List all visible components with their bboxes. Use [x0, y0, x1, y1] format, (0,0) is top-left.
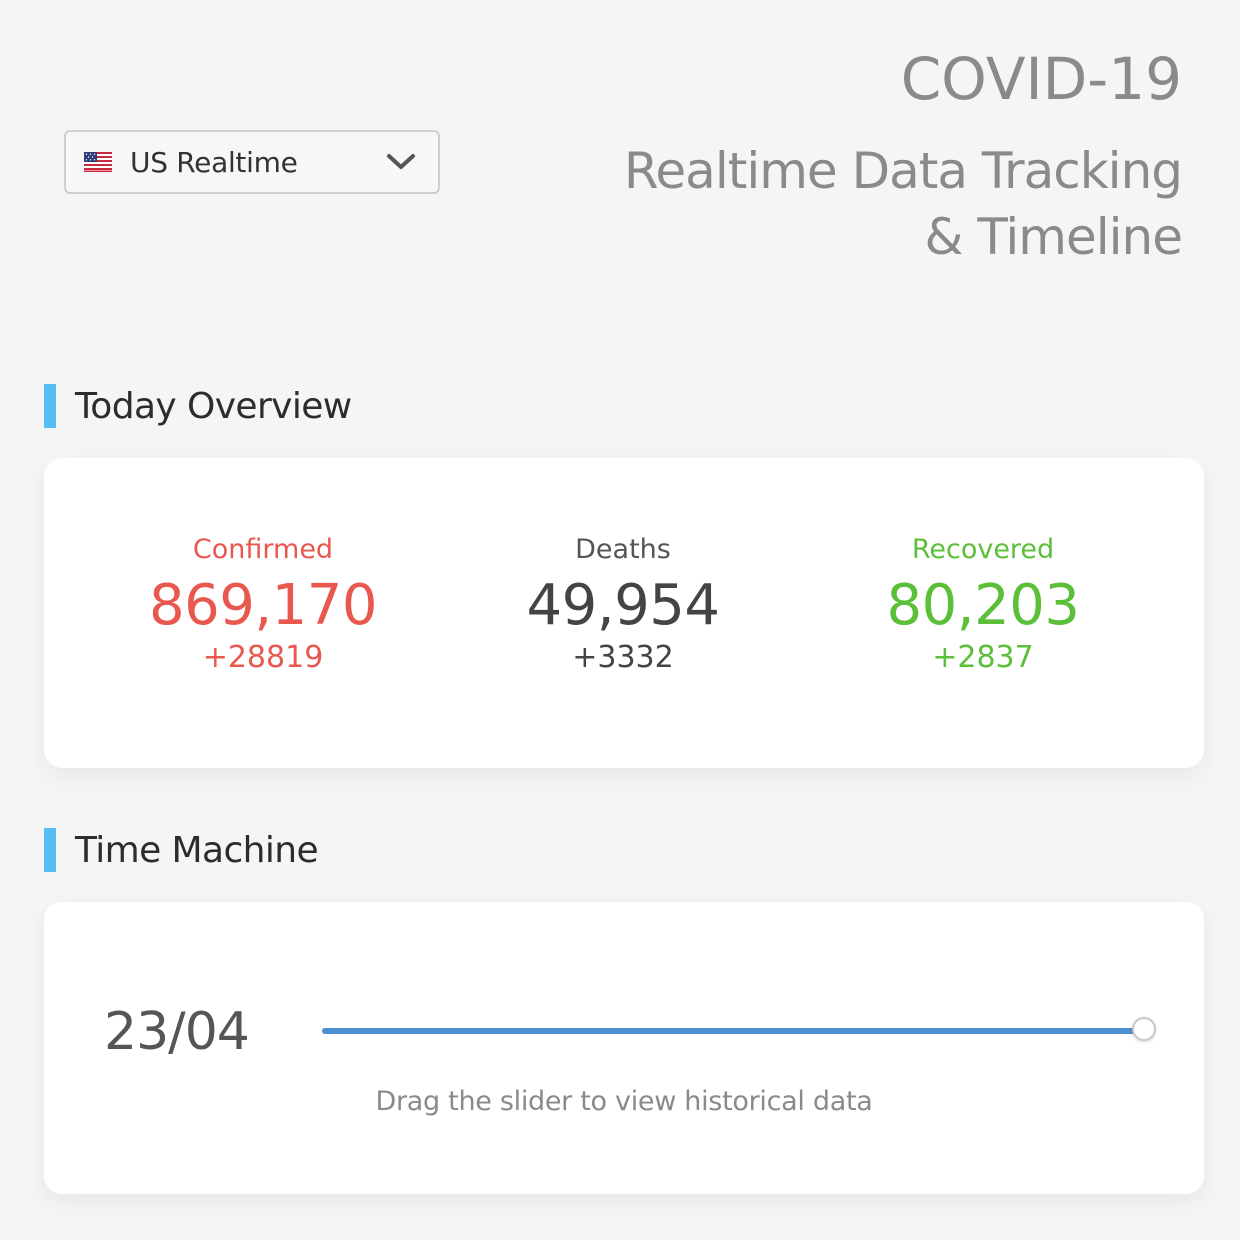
time-machine-heading-text: Time Machine: [75, 829, 319, 871]
overview-heading: Today Overview: [44, 384, 352, 428]
stat-delta: +2837: [932, 640, 1034, 675]
stat-label: Confirmed: [192, 534, 334, 565]
slider-thumb[interactable]: [1132, 1017, 1156, 1041]
stat-deaths: Deaths 49,954 +3332: [458, 530, 788, 678]
time-machine-card: 23/04 Drag the slider to view historical…: [44, 902, 1204, 1194]
stat-recovered: Recovered 80,203 +2837: [818, 530, 1148, 678]
stat-value: 80,203: [886, 573, 1080, 638]
app-subtitle: Realtime Data Tracking & Timeline: [623, 142, 1183, 266]
date-slider[interactable]: [322, 1017, 1156, 1041]
stat-label: Recovered: [911, 534, 1055, 565]
chevron-down-icon: [386, 152, 416, 172]
selected-date: 23/04: [104, 1002, 250, 1062]
app-title: COVID-19: [900, 45, 1182, 113]
stat-label: Deaths: [575, 534, 671, 565]
heading-accent-bar: [44, 828, 56, 872]
slider-hint: Drag the slider to view historical data: [375, 1086, 873, 1117]
heading-accent-bar: [44, 384, 56, 428]
time-machine-heading: Time Machine: [44, 828, 319, 872]
stat-value: 869,170: [148, 573, 378, 638]
stat-delta: +28819: [202, 640, 324, 675]
stat-value: 49,954: [526, 573, 720, 638]
slider-fill: [322, 1028, 1144, 1034]
overview-heading-text: Today Overview: [75, 385, 352, 427]
region-select[interactable]: US Realtime: [64, 130, 440, 194]
overview-card: Confirmed 869,170 +28819 Deaths 49,954 +…: [44, 458, 1204, 768]
stat-delta: +3332: [572, 640, 674, 675]
region-select-label: US Realtime: [130, 145, 298, 179]
us-flag-icon: [84, 152, 112, 172]
stat-confirmed: Confirmed 869,170 +28819: [98, 530, 428, 678]
